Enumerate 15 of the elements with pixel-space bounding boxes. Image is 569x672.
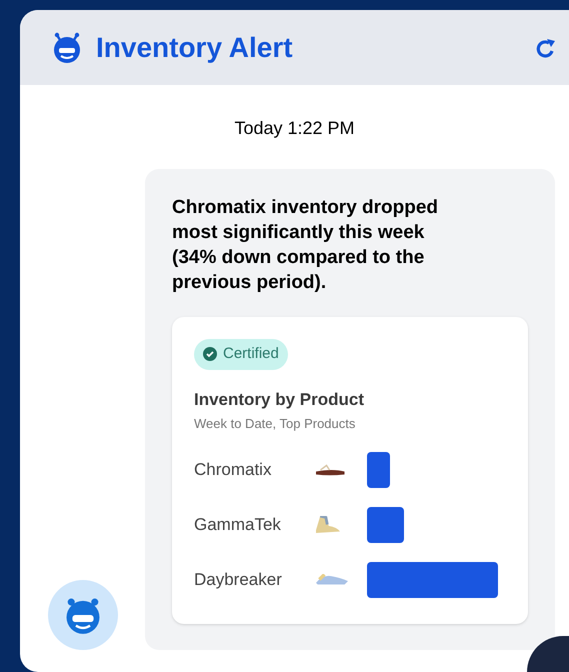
- inventory-bar: [367, 506, 404, 542]
- check-icon: [203, 347, 217, 362]
- product-name: GammaTek: [194, 514, 282, 536]
- message-text: Chromatix inventory dropped most significantly this week (34% down compared to the previous period).: [172, 196, 440, 295]
- product-name: Chromatix: [194, 458, 272, 481]
- shoe-icon: [316, 464, 346, 476]
- product-name: Daybreaker: [194, 568, 283, 591]
- chart-subtitle: Week to Date, Top Products: [194, 415, 356, 433]
- chart-title: Inventory by Product: [194, 388, 366, 410]
- window-title: Inventory Alert: [96, 30, 293, 65]
- shoe-icon: [316, 574, 348, 585]
- shoe-icon: [316, 516, 340, 533]
- message-timestamp: Today 1:22 PM: [234, 118, 355, 138]
- certified-badge: Certified: [194, 339, 288, 370]
- inventory-bar: [367, 452, 390, 488]
